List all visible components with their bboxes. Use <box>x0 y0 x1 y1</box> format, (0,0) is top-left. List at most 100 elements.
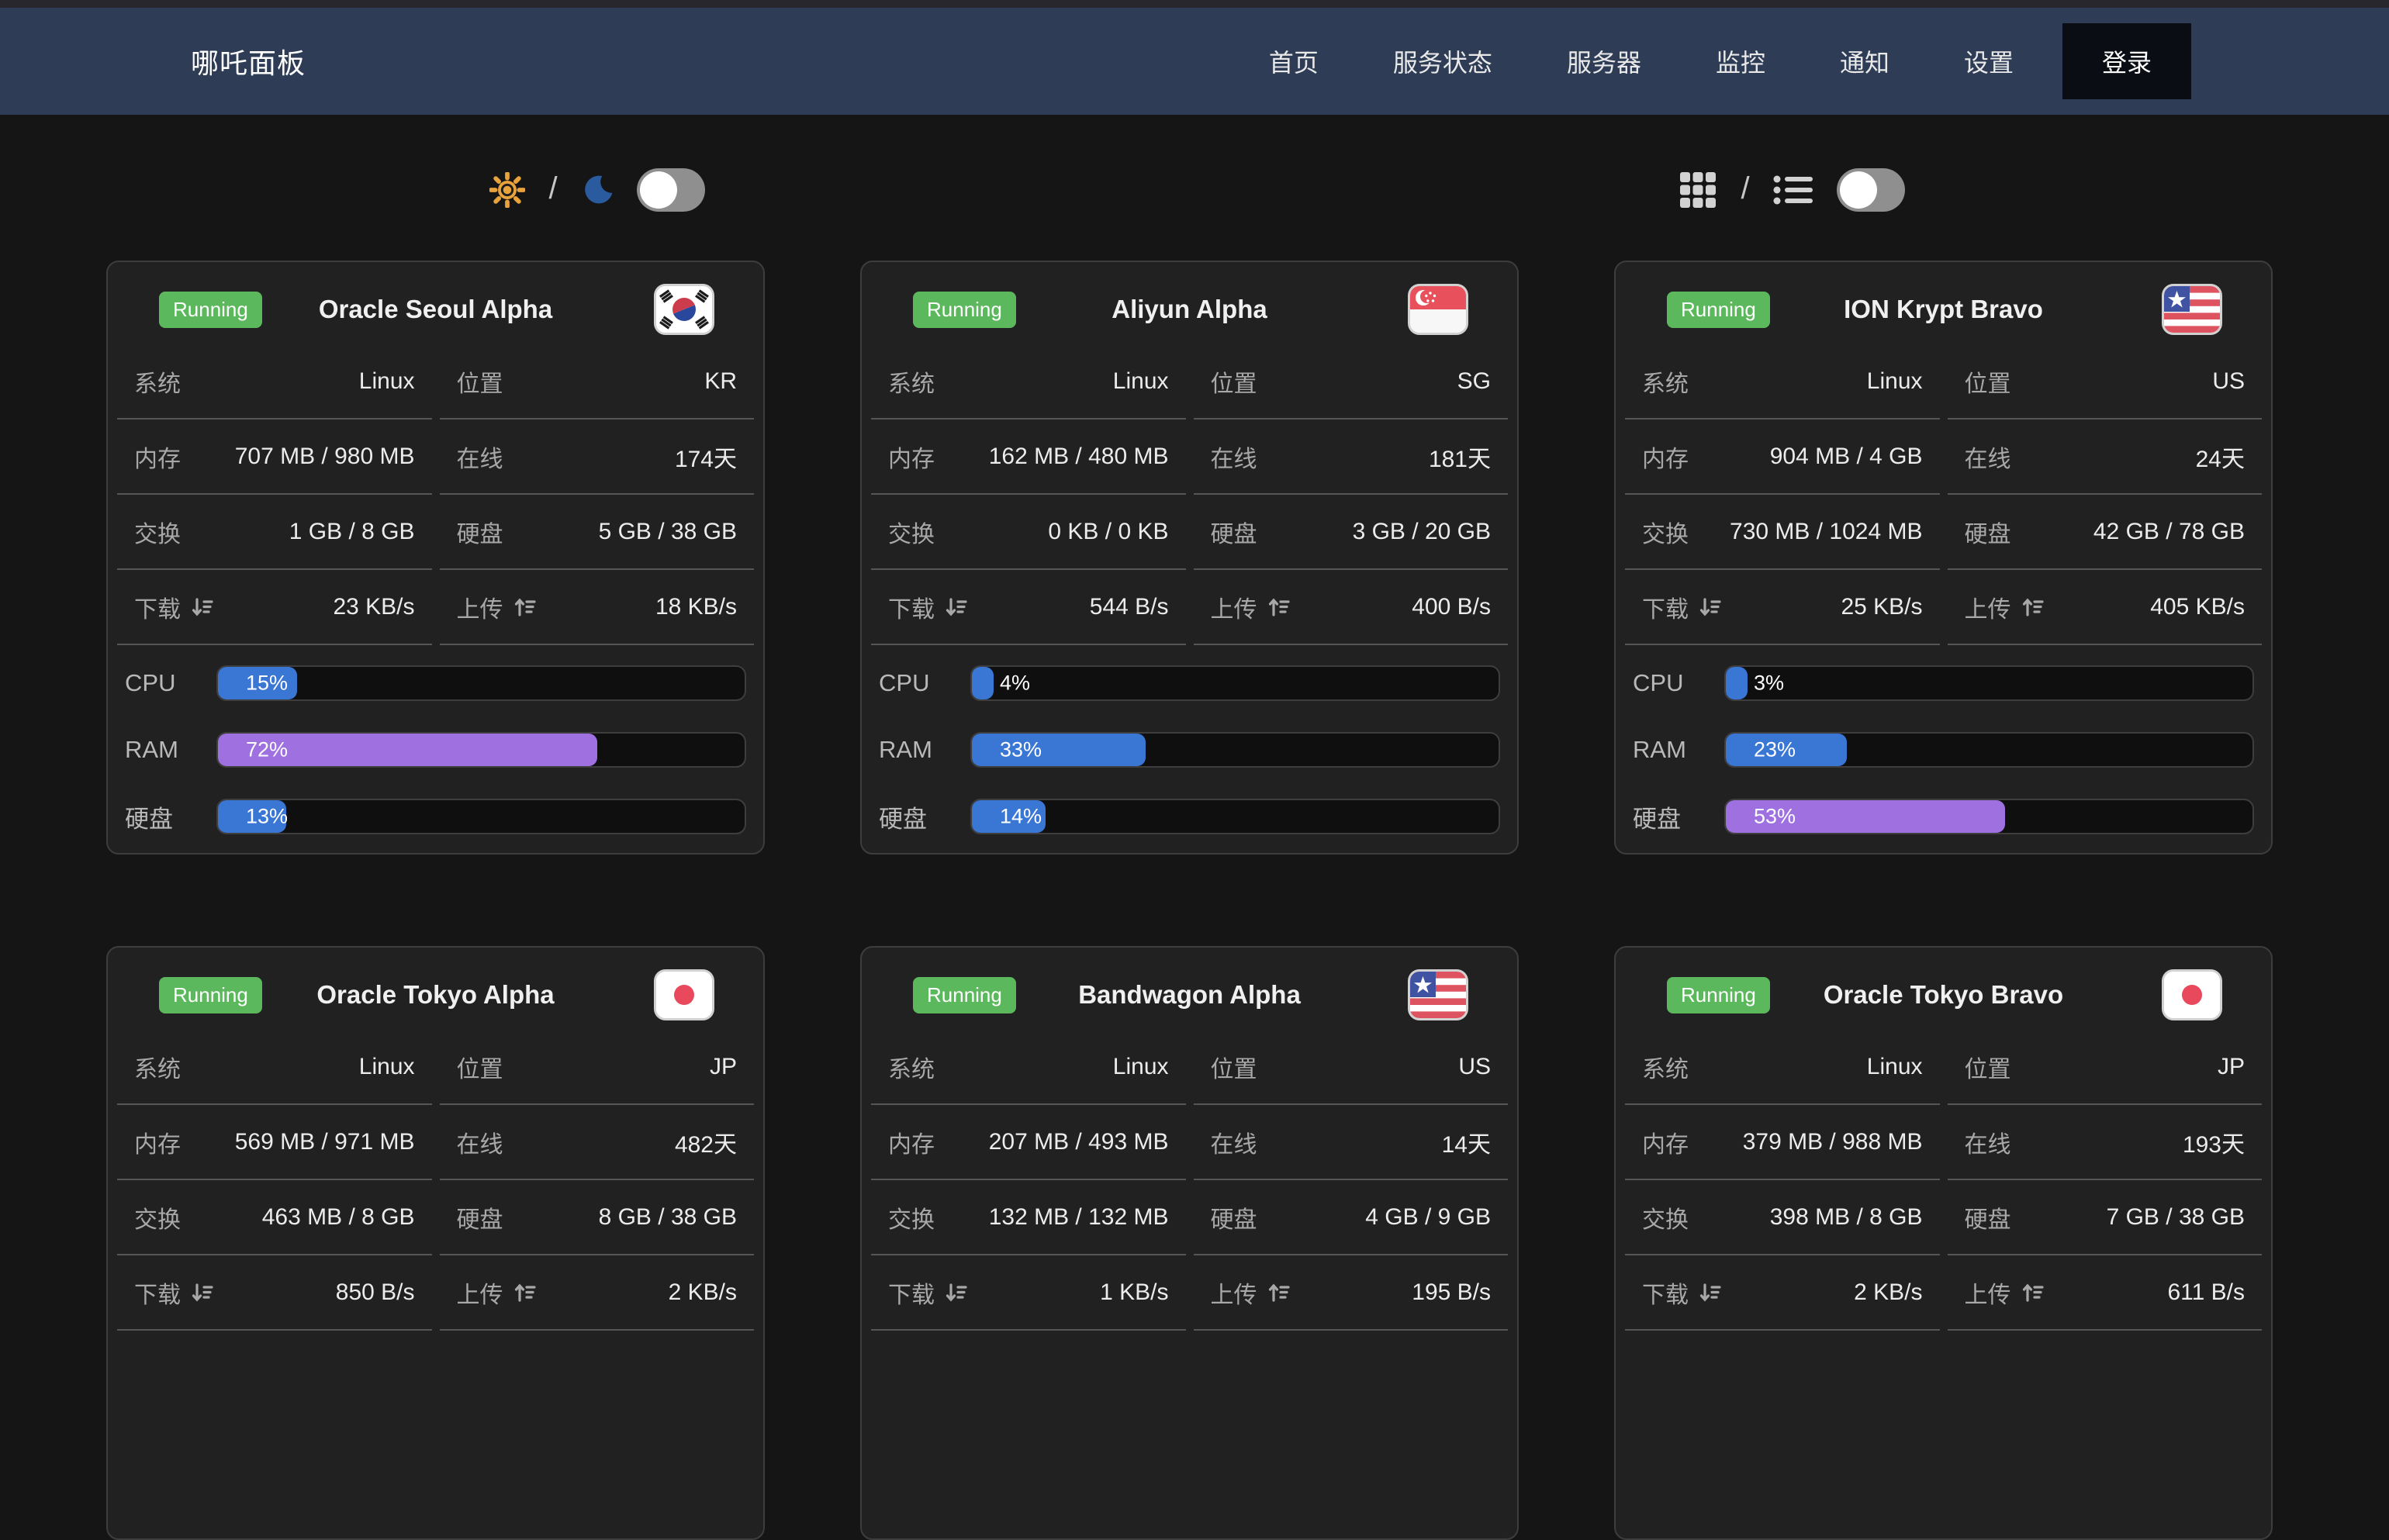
stat-swap: 交换 0 KB / 0 KB <box>871 495 1186 570</box>
stat-memory-value: 379 MB / 988 MB <box>1743 1129 1923 1155</box>
ram-progress-value: 72% <box>246 738 288 762</box>
stat-upload-value: 405 KB/s <box>2150 594 2245 620</box>
stat-download: 下载 25 KB/s <box>1625 570 1940 645</box>
flag-icon-kr <box>656 286 712 333</box>
stat-location-value: JP <box>2218 1054 2245 1080</box>
stat-system: 系统 Linux <box>117 344 432 420</box>
stat-disk: 硬盘 42 GB / 78 GB <box>1948 495 2263 570</box>
stat-location-label: 位置 <box>1211 364 1257 399</box>
flag-icon-us <box>2164 286 2220 333</box>
stat-memory-value: 569 MB / 971 MB <box>235 1129 415 1155</box>
stat-location-value: US <box>2212 368 2245 395</box>
server-card: Running Aliyun Alpha 系统 Linux 位置 SG 内存 1… <box>860 261 1519 855</box>
theme-toggle-knob <box>640 171 677 209</box>
nav-item-notifications[interactable]: 通知 <box>1803 43 1927 79</box>
stat-upload-label: 上传 <box>1211 590 1290 624</box>
stat-uptime-value: 193天 <box>2183 1125 2245 1159</box>
ram-bar-label: RAM <box>879 736 970 764</box>
flag-icon-jp <box>2164 972 2220 1018</box>
card-header: Running Bandwagon Alpha <box>871 948 1508 1030</box>
server-card: Running Oracle Tokyo Bravo 系统 Linux 位置 J… <box>1614 946 2273 1540</box>
stats-table: 系统 Linux 位置 JP 内存 379 MB / 988 MB 在线 193… <box>1625 1030 2262 1331</box>
stat-uptime: 在线 174天 <box>440 420 755 495</box>
stat-uptime: 在线 24天 <box>1948 420 2263 495</box>
stat-memory: 内存 207 MB / 493 MB <box>871 1105 1186 1180</box>
stat-uptime-label: 在线 <box>1211 1125 1257 1159</box>
stat-upload: 上传 18 KB/s <box>440 570 755 645</box>
stat-swap-label: 交换 <box>134 1200 181 1234</box>
card-header: Running Oracle Tokyo Alpha <box>117 948 754 1030</box>
stat-swap: 交换 132 MB / 132 MB <box>871 1180 1186 1255</box>
stat-system: 系统 Linux <box>1625 344 1940 420</box>
nav-item-monitoring[interactable]: 监控 <box>1679 43 1803 79</box>
stat-uptime-label: 在线 <box>1965 1125 2011 1159</box>
nav-item-service-status[interactable]: 服务状态 <box>1356 43 1530 79</box>
stat-disk-value: 3 GB / 20 GB <box>1353 519 1491 545</box>
stats-table: 系统 Linux 位置 KR 内存 707 MB / 980 MB 在线 174… <box>117 344 754 645</box>
stat-swap-label: 交换 <box>1642 515 1689 549</box>
theme-toggle[interactable] <box>637 168 705 212</box>
stat-download-value: 544 B/s <box>1090 594 1169 620</box>
disk-bar-row: 硬盘 13% <box>125 799 746 834</box>
stat-system-label: 系统 <box>1642 1050 1689 1084</box>
status-badge: Running <box>1667 977 1770 1013</box>
stat-uptime: 在线 193天 <box>1948 1105 2263 1180</box>
grid-icon <box>1679 171 1717 209</box>
site-logo[interactable]: 哪吒面板 <box>191 41 306 81</box>
status-badge: Running <box>913 977 1016 1013</box>
stat-location-value: SG <box>1457 368 1491 395</box>
sun-icon <box>489 172 525 208</box>
server-card: Running Bandwagon Alpha 系统 Linux 位置 US 内… <box>860 946 1519 1540</box>
ram-progress-value: 33% <box>1000 738 1042 762</box>
stat-disk: 硬盘 5 GB / 38 GB <box>440 495 755 570</box>
list-icon <box>1773 173 1813 207</box>
stat-location: 位置 SG <box>1194 344 1509 420</box>
disk-progress-value: 13% <box>246 805 288 829</box>
stat-memory: 内存 569 MB / 971 MB <box>117 1105 432 1180</box>
theme-switcher-group: / <box>0 167 1194 212</box>
stat-system-label: 系统 <box>134 1050 181 1084</box>
nav-item-settings[interactable]: 设置 <box>1927 43 2051 79</box>
stat-location-value: JP <box>710 1054 737 1080</box>
stat-download-value: 850 B/s <box>336 1279 415 1306</box>
cpu-bar-label: CPU <box>1633 669 1724 697</box>
cpu-progress-bar: 4% <box>970 665 1500 701</box>
stat-upload-value: 400 B/s <box>1412 594 1491 620</box>
stat-download-value: 2 KB/s <box>1854 1279 1922 1306</box>
stat-swap-value: 132 MB / 132 MB <box>989 1204 1169 1231</box>
stat-uptime-value: 174天 <box>675 440 737 474</box>
cpu-bar-label: CPU <box>125 669 216 697</box>
stat-disk-value: 8 GB / 38 GB <box>599 1204 737 1231</box>
stat-upload: 上传 405 KB/s <box>1948 570 2263 645</box>
stat-location-label: 位置 <box>1965 364 2011 399</box>
disk-progress-bar: 14% <box>970 799 1500 834</box>
stat-location: 位置 JP <box>1948 1030 2263 1105</box>
stat-swap-value: 730 MB / 1024 MB <box>1730 519 1922 545</box>
login-button[interactable]: 登录 <box>2062 23 2191 99</box>
stat-download-value: 25 KB/s <box>1841 594 1922 620</box>
stat-memory-label: 内存 <box>134 440 181 474</box>
stat-upload-label: 上传 <box>457 590 536 624</box>
stat-uptime-label: 在线 <box>1965 440 2011 474</box>
stats-table: 系统 Linux 位置 US 内存 207 MB / 493 MB 在线 14天… <box>871 1030 1508 1331</box>
stat-swap-label: 交换 <box>1642 1200 1689 1234</box>
disk-progress-bar: 53% <box>1724 799 2254 834</box>
stat-uptime: 在线 181天 <box>1194 420 1509 495</box>
nav-item-home[interactable]: 首页 <box>1232 43 1356 79</box>
server-card: Running Oracle Seoul Alpha 系统 Linux 位置 K… <box>106 261 765 855</box>
stat-memory: 内存 379 MB / 988 MB <box>1625 1105 1940 1180</box>
status-badge: Running <box>159 977 262 1013</box>
stat-download-label: 下载 <box>1642 1276 1721 1310</box>
cpu-bar-row: CPU 15% <box>125 665 746 701</box>
stat-disk-label: 硬盘 <box>1965 515 2011 549</box>
nav-item-servers[interactable]: 服务器 <box>1530 43 1679 79</box>
stat-system: 系统 Linux <box>1625 1030 1940 1105</box>
main-nav: 首页服务状态服务器监控通知设置登录 <box>1232 23 2191 99</box>
cpu-bar-label: CPU <box>879 669 970 697</box>
disk-bar-label: 硬盘 <box>879 799 970 834</box>
stat-disk-value: 7 GB / 38 GB <box>2107 1204 2245 1231</box>
view-toggle[interactable] <box>1837 168 1905 212</box>
card-header: Running Oracle Seoul Alpha <box>117 262 754 344</box>
stat-location-value: US <box>1458 1054 1491 1080</box>
stat-disk-value: 4 GB / 9 GB <box>1365 1204 1491 1231</box>
